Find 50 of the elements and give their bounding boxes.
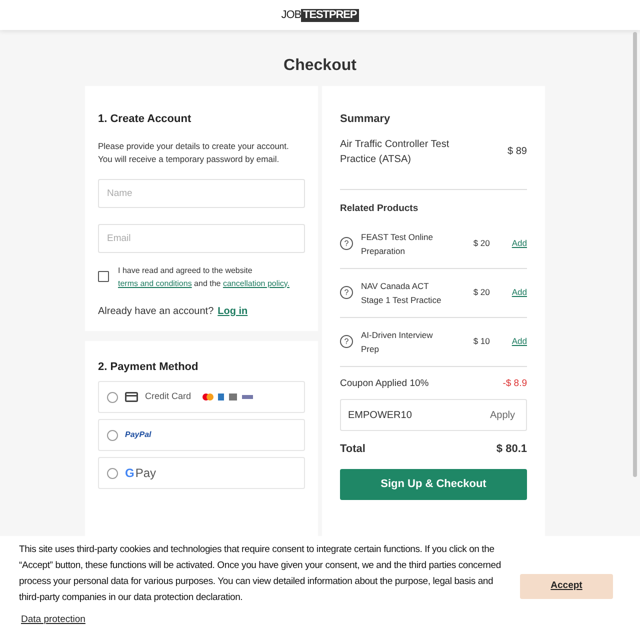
help-icon[interactable]: ? [340, 237, 353, 250]
name-field[interactable]: Name [98, 178, 305, 208]
product-price: $ 89 [508, 145, 527, 159]
payment-option[interactable]: GPay [98, 457, 305, 489]
payment-option[interactable]: PayPal [98, 419, 305, 451]
add-link[interactable]: Add [512, 237, 527, 250]
related-heading: Related Products [340, 202, 420, 216]
total-label: Total [340, 442, 366, 457]
cookie-text: This site uses third-party cookies and technologies that require consent to integrate certain functions. If you click on the “Accept” button, these functions will be activated. Once you have given your consent, we and the third parties concerned process your personal data for various purposes. You can view detailed information about the purpose, legal basis and third-party companies in our data protection declaration. [19, 543, 502, 605]
data-protection-link[interactable]: Data protection [21, 614, 86, 625]
terms-checkbox[interactable] [98, 271, 109, 282]
payment-label: Credit Card [145, 390, 192, 404]
credit-card-icon [125, 392, 138, 402]
coupon-label: Coupon Applied 10% [340, 376, 429, 391]
total-value: $ 80.1 [496, 442, 527, 457]
checkout-button[interactable]: Sign Up & Checkout [340, 468, 527, 500]
add-link[interactable]: Add [512, 335, 527, 348]
terms-text: I have read and agreed to the website terms and conditions and the cancellation policy. [118, 264, 291, 290]
related-product-price: $ 10 [473, 335, 490, 348]
product-name: Air Traffic Controller Test Practice (ATSA) [340, 138, 450, 166]
radio-button[interactable] [107, 468, 118, 478]
accept-button[interactable]: Accept [520, 574, 613, 598]
radio-button[interactable] [107, 430, 118, 440]
google-pay-logo: GPay [125, 465, 156, 482]
radio-button[interactable] [107, 392, 118, 402]
payment-option[interactable]: Credit Card [98, 381, 305, 413]
scrollbar-thumb[interactable] [633, 32, 637, 477]
section-heading: 1. Create Account [98, 112, 192, 127]
login-link[interactable]: Log in [218, 304, 248, 318]
help-icon[interactable]: ? [340, 335, 353, 348]
terms-link[interactable]: terms and conditions [118, 278, 192, 288]
email-field[interactable]: Email [98, 224, 305, 252]
cancellation-link[interactable]: cancellation policy. [222, 278, 290, 288]
related-product-name: AI-Driven Interview Prep [361, 328, 434, 356]
coupon-field[interactable]: EMPOWER10 Apply [340, 399, 527, 431]
related-product-name: FEAST Test Online Preparation [361, 230, 434, 258]
login-prompt: Already have an account? [98, 304, 214, 318]
paypal-logo: PayPal [125, 429, 152, 441]
related-product-price: $ 20 [473, 286, 490, 300]
related-product-name: NAV Canada ACT Stage 1 Test Practice [361, 280, 442, 307]
apply-button[interactable]: Apply [486, 408, 519, 422]
card-brands-icon [202, 393, 254, 401]
section-heading: 2. Payment Method [98, 360, 200, 374]
coupon-amount: -$ 8.9 [502, 376, 527, 391]
help-icon[interactable]: ? [340, 286, 353, 300]
add-link[interactable]: Add [512, 286, 527, 300]
related-product-price: $ 20 [473, 237, 490, 250]
intro-text: Please provide your details to create your account. You will receive a temporary password by email. [98, 140, 290, 166]
summary-heading: Summary [340, 112, 392, 127]
page-title: Checkout [282, 56, 358, 76]
